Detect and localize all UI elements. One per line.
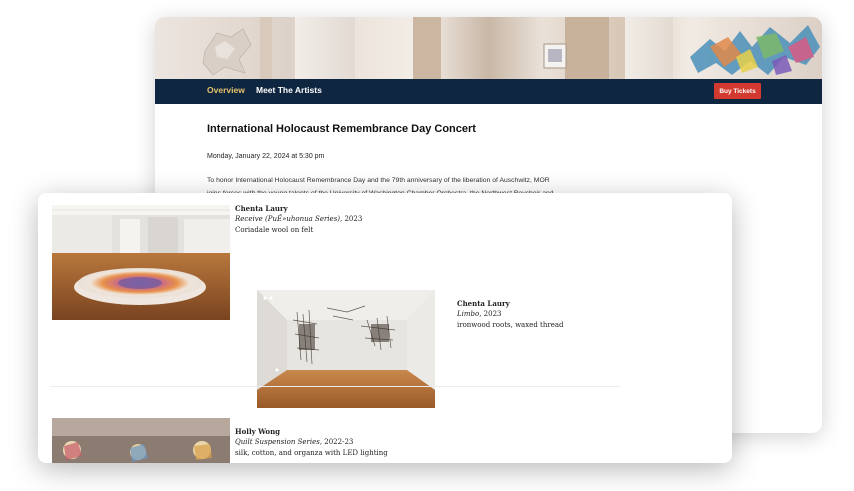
artist-name: Chenta Laury	[457, 299, 510, 308]
artwork-title-year: Quilt Suspension Series, 2022-23	[235, 437, 388, 448]
artwork-title-year: Receive (PuĚ»uhonua Series), 2023	[235, 214, 362, 225]
gallery-quilt-lights-icon	[52, 418, 230, 463]
artwork-year: , 2023	[340, 215, 363, 223]
artist-name: Holly Wong	[235, 427, 281, 436]
framed-artwork-icon	[543, 43, 567, 69]
artwork-title: Quilt Suspension Series	[235, 438, 320, 446]
artist-name: Chenta Laury	[235, 204, 288, 213]
artwork-medium: Coriadale wool on felt	[235, 226, 314, 234]
top-navigation-bar: Overview Meet The Artists Buy Tickets	[155, 79, 822, 104]
artwork-title: Limbo	[457, 310, 480, 318]
gallery-hanging-roots-icon	[257, 290, 435, 408]
artwork-photo-quilt-suspension[interactable]	[52, 418, 230, 463]
artwork-medium: silk, cotton, and organza with LED light…	[235, 449, 388, 457]
event-description-line: To honor International Holocaust Remembr…	[207, 177, 550, 184]
colorful-sculpture-icon	[690, 25, 820, 75]
artwork-medium: ironwood roots, waxed thread	[457, 321, 564, 329]
tab-overview[interactable]: Overview	[207, 85, 245, 95]
gallery-banner-image	[155, 17, 822, 79]
buy-tickets-button[interactable]: Buy Tickets	[714, 83, 761, 99]
artwork-caption: Chenta Laury Limbo, 2023 ironwood roots,…	[457, 298, 564, 331]
artworks-window: Chenta Laury Receive (PuĚ»uhonua Series)…	[38, 193, 732, 463]
artwork-caption: Chenta Laury Receive (PuĚ»uhonua Series)…	[235, 203, 362, 236]
paper-sculpture-icon	[202, 28, 252, 76]
artwork-caption: Holly Wong Quilt Suspension Series, 2022…	[235, 426, 388, 459]
artwork-year: , 2023	[479, 310, 502, 318]
artwork-year: , 2022-23	[319, 438, 354, 446]
event-title: International Holocaust Remembrance Day …	[207, 123, 476, 135]
gallery-ring-sculpture-icon	[52, 205, 230, 320]
event-date: Monday, January 22, 2024 at 5:30 pm	[207, 153, 325, 160]
section-divider	[50, 386, 620, 387]
artwork-title: Receive (PuĚ»uhonua Series)	[235, 215, 341, 223]
artwork-photo-limbo[interactable]	[257, 290, 435, 408]
tab-meet-the-artists[interactable]: Meet The Artists	[256, 85, 322, 95]
artwork-title-year: Limbo, 2023	[457, 309, 564, 320]
artwork-photo-receive[interactable]	[52, 205, 230, 320]
